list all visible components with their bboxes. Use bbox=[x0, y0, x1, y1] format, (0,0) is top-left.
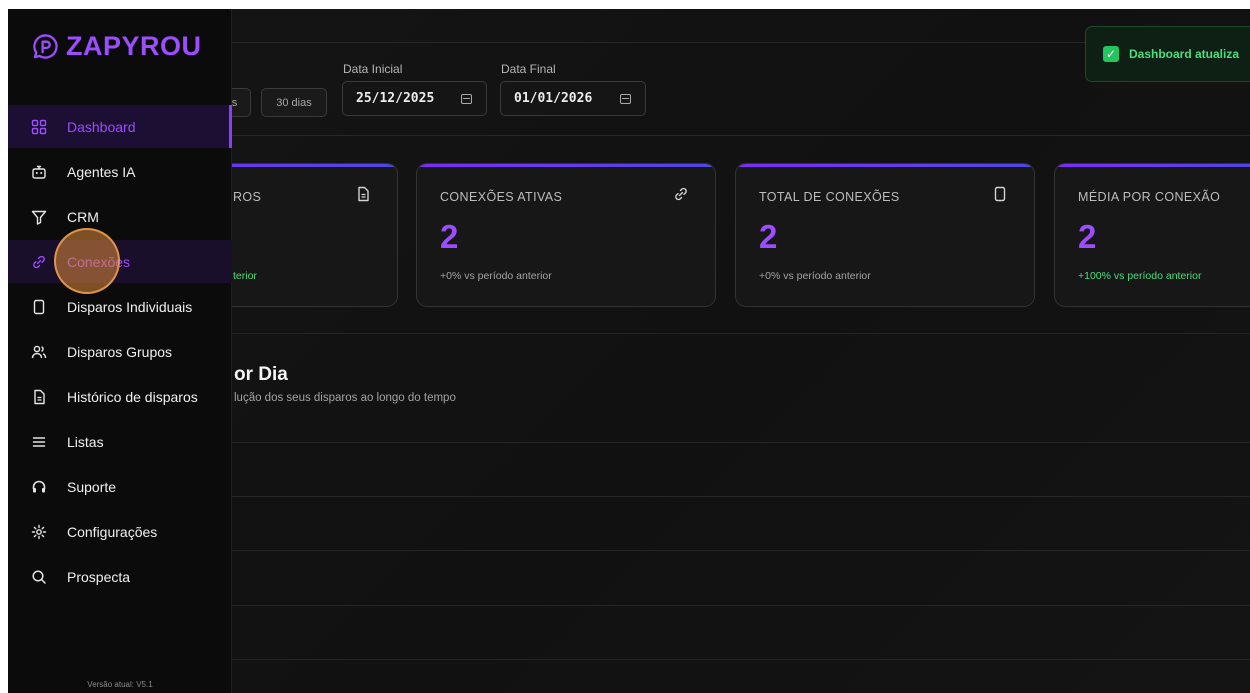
check-icon: ✓ bbox=[1103, 46, 1119, 62]
sidebar-item-disparos-individuais[interactable]: Disparos Individuais bbox=[8, 285, 232, 328]
sidebar-item-label: Suporte bbox=[67, 478, 117, 495]
sidebar-item-conexoes[interactable]: Conexões bbox=[8, 240, 232, 283]
sidebar-item-label: Prospecta bbox=[67, 568, 131, 585]
card-value: 2 bbox=[440, 218, 459, 255]
sidebar-item-historico[interactable]: Histórico de disparos bbox=[8, 375, 232, 418]
brand-logo[interactable]: ZAPYROU bbox=[32, 31, 202, 62]
sidebar-item-label: Dashboard bbox=[67, 118, 136, 135]
click-indicator bbox=[54, 228, 120, 294]
list-icon bbox=[32, 436, 46, 447]
end-date-label: Data Final bbox=[501, 62, 556, 76]
calendar-icon[interactable] bbox=[461, 94, 472, 104]
app-frame: s 30 dias Data Inicial 25/12/2025 Data F… bbox=[8, 9, 1250, 693]
card-delta: +0% vs período anterior bbox=[759, 270, 871, 282]
sidebar-item-label: Agentes IA bbox=[67, 163, 136, 180]
brand-name: ZAPYROU bbox=[66, 31, 202, 61]
stat-card-total-conexoes: TOTAL DE CONEXÕES 2 +0% vs período anter… bbox=[735, 163, 1035, 307]
toast-message: Dashboard atualiza bbox=[1129, 47, 1240, 61]
chat-bubble-icon bbox=[33, 34, 58, 59]
card-accent-bar bbox=[1055, 164, 1250, 167]
sidebar-item-label: Disparos Individuais bbox=[67, 298, 193, 315]
calendar-icon[interactable] bbox=[620, 94, 631, 104]
headset-icon bbox=[32, 480, 46, 492]
sidebar-item-suporte[interactable]: Suporte bbox=[8, 465, 232, 508]
sidebar-item-label: Configurações bbox=[67, 523, 158, 540]
card-title: TOTAL DE CONEXÕES bbox=[759, 190, 900, 204]
link-icon bbox=[33, 255, 45, 268]
app-version: Versão atual: V5.1 bbox=[87, 680, 153, 689]
end-date-input[interactable]: 01/01/2026 bbox=[500, 81, 646, 116]
card-accent-bar bbox=[417, 164, 715, 167]
card-delta: +0% vs período anterior bbox=[440, 270, 552, 282]
end-date-value: 01/01/2026 bbox=[514, 91, 593, 106]
card-delta: terior bbox=[233, 270, 257, 282]
sidebar-item-crm[interactable]: CRM bbox=[8, 195, 232, 238]
file-icon bbox=[34, 389, 45, 404]
sidebar-item-label: Listas bbox=[67, 433, 104, 450]
phone-icon bbox=[33, 299, 45, 314]
sidebar-item-label: Disparos Grupos bbox=[67, 343, 173, 360]
sidebar-item-prospecta[interactable]: Prospecta bbox=[8, 555, 232, 598]
card-title: CONEXÕES ATIVAS bbox=[440, 190, 563, 204]
stat-card-conexoes-ativas: CONEXÕES ATIVAS 2 +0% vs período anterio… bbox=[416, 163, 716, 307]
filter-icon bbox=[31, 210, 47, 225]
card-delta: +100% vs período anterior bbox=[1078, 270, 1202, 282]
users-icon bbox=[31, 345, 47, 358]
sidebar-item-agentes-ia[interactable]: Agentes IA bbox=[8, 150, 232, 193]
sidebar-item-label: Histórico de disparos bbox=[67, 388, 198, 405]
grid-icon bbox=[31, 119, 47, 134]
link-icon bbox=[675, 187, 687, 201]
card-value: 2 bbox=[1078, 218, 1097, 255]
start-date-input[interactable]: 25/12/2025 bbox=[342, 81, 487, 116]
file-icon bbox=[358, 186, 369, 202]
gear-icon bbox=[31, 524, 47, 539]
card-accent-bar bbox=[736, 164, 1034, 167]
stat-card-media-por-conexao: MÉDIA POR CONEXÃO 2 +100% vs período ant… bbox=[1054, 163, 1250, 307]
card-value: 2 bbox=[759, 218, 778, 255]
period-chip-30-days[interactable]: 30 dias bbox=[261, 88, 327, 117]
card-title: ROS bbox=[233, 190, 262, 204]
card-title: MÉDIA POR CONEXÃO bbox=[1078, 190, 1221, 204]
start-date-value: 25/12/2025 bbox=[356, 91, 435, 106]
sidebar-item-dashboard[interactable]: Dashboard bbox=[8, 105, 232, 148]
search-icon bbox=[32, 569, 46, 584]
sidebar-item-disparos-grupos[interactable]: Disparos Grupos bbox=[8, 330, 232, 373]
sidebar-item-label: CRM bbox=[67, 208, 99, 225]
chart-title: or Dia bbox=[234, 364, 288, 385]
success-toast: ✓ Dashboard atualiza bbox=[1085, 26, 1250, 82]
start-date-label: Data Inicial bbox=[343, 62, 403, 76]
sidebar-item-configuracoes[interactable]: Configurações bbox=[8, 510, 232, 553]
phone-icon bbox=[994, 186, 1006, 202]
sidebar: ZAPYROU Dashboard Agentes IA CRM Disparo… bbox=[8, 9, 232, 693]
chart-subtitle: lução dos seus disparos ao longo do temp… bbox=[234, 392, 456, 404]
robot-icon bbox=[32, 165, 46, 179]
sidebar-item-listas[interactable]: Listas bbox=[8, 420, 232, 463]
